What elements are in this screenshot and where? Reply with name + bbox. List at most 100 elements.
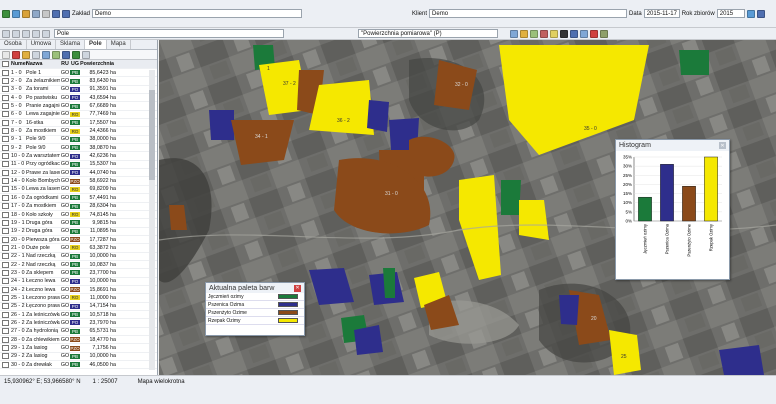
map-label-37-2[interactable]: 37 - 2 (283, 81, 296, 87)
histogram-bar[interactable] (660, 164, 674, 222)
row-checkbox[interactable] (2, 228, 9, 235)
histogram-bar[interactable] (682, 186, 696, 222)
table-row[interactable]: 9 - 2 Pole 9/0 GO PB 38,0870 ha (0, 144, 157, 153)
map-label-32-0[interactable]: 32 - 0 (455, 82, 468, 88)
row-checkbox[interactable] (2, 128, 9, 135)
row-checkbox[interactable] (2, 178, 9, 185)
header-nazwa[interactable]: Nazwa (26, 61, 60, 67)
row-checkbox[interactable] (2, 203, 9, 210)
table-row[interactable]: 26 - 1 Za leśniczówką GO PB 10,5718 ha (0, 311, 157, 320)
zoom-out-icon[interactable] (12, 29, 20, 38)
row-checkbox[interactable] (2, 103, 9, 110)
remove-icon[interactable] (12, 50, 20, 59)
palette-item[interactable]: Pszenica Ozima (206, 301, 304, 309)
row-checkbox[interactable] (2, 294, 9, 301)
zaklad-select[interactable]: Demo (92, 9, 303, 18)
row-checkbox[interactable] (2, 253, 9, 260)
row-checkbox[interactable] (2, 144, 9, 151)
row-checkbox[interactable] (2, 153, 9, 160)
row-checkbox[interactable] (2, 161, 9, 168)
row-checkbox[interactable] (2, 269, 9, 276)
row-checkbox[interactable] (2, 303, 9, 310)
map-label-25[interactable]: 25 (621, 354, 627, 360)
table-row[interactable]: 28 - 0 Za chlewikiem GO PZO 18,4770 ha (0, 336, 157, 345)
row-checkbox[interactable] (2, 328, 9, 335)
table-row[interactable]: 8 - 0 Za mostkiem GO RO 24,4366 ha (0, 127, 157, 136)
settings-icon[interactable] (600, 29, 608, 38)
table-row[interactable]: 18 - 0 Koło szkoły GO RO 74,8145 ha (0, 211, 157, 220)
table-row[interactable]: 29 - 2 Za lasiog GO PB 10,0000 ha (0, 353, 157, 362)
row-checkbox[interactable] (2, 111, 9, 118)
table-row[interactable]: 1 - 0 Pole 1 GO PB 85,6423 ha (0, 69, 157, 78)
table-row[interactable]: 29 - 1 Za lasiog GO PZO 7,1756 ha (0, 344, 157, 353)
add-field-icon[interactable] (72, 50, 80, 59)
table-row[interactable]: 2 - 0 Za żelaznikiem GO PB 83,6430 ha (0, 77, 157, 86)
header-ru[interactable]: RU (60, 61, 70, 67)
measure-icon[interactable] (530, 29, 538, 38)
new-icon[interactable] (2, 50, 10, 59)
map-label-35-0[interactable]: 35 - 0 (584, 126, 597, 132)
row-checkbox[interactable] (2, 244, 9, 251)
tab-pole[interactable]: Pole (85, 40, 107, 49)
table-row[interactable]: 5 - 0 Pranie zagajnie GO PB 67,6689 ha (0, 102, 157, 111)
header-numer[interactable]: Numer (11, 61, 28, 67)
table-row[interactable]: 10 - 0 Za warsztatem GO PO 42,6236 ha (0, 152, 157, 161)
table-row[interactable]: 16 - 0 Za ogródkami GO PB 57,4491 ha (0, 194, 157, 203)
table-row[interactable]: 3 - 0 Za torami GO PO 91,3591 ha (0, 86, 157, 95)
tab-umowa[interactable]: Umowa (27, 40, 57, 49)
header-powierzchnia[interactable]: Powierzchnia (80, 61, 114, 67)
histogram-titlebar[interactable]: Histogram ✕ (616, 140, 729, 151)
scroll-thumb[interactable] (149, 90, 155, 180)
header-ug[interactable]: UG (70, 61, 80, 67)
zoom-window-icon[interactable] (22, 29, 30, 38)
pan-icon[interactable] (32, 29, 40, 38)
filter-icon[interactable] (52, 50, 60, 59)
row-checkbox[interactable] (2, 136, 9, 143)
map-locate-icon[interactable] (62, 50, 70, 59)
row-checkbox[interactable] (2, 119, 9, 126)
copy-icon[interactable] (32, 50, 40, 59)
row-checkbox[interactable] (2, 186, 9, 193)
table-row[interactable]: 11 - 0 Przy ogródkach GO PB 15,5307 ha (0, 161, 157, 170)
map-label-34-1[interactable]: 34 - 1 (255, 134, 268, 140)
row-checkbox[interactable] (2, 361, 9, 368)
table-row[interactable]: 9 - 1 Pole 9/0 GO PB 38,0000 ha (0, 136, 157, 145)
palette-item[interactable]: Jęczmień ozimy (206, 293, 304, 301)
table-row[interactable]: 27 - 0 Za hydrolonią GO PB 65,5731 ha (0, 328, 157, 336)
table-row[interactable]: 23 - 0 Za sklepem GO PB 23,7700 ha (0, 269, 157, 278)
select-all-checkbox[interactable] (2, 61, 9, 67)
export-icon[interactable] (746, 9, 755, 18)
table-row[interactable]: 25 - 1 Łeczono prawa GO RO 11,0000 ha (0, 294, 157, 303)
tab-sklama[interactable]: Sklama (56, 40, 86, 49)
window-icon[interactable] (52, 9, 60, 18)
select-icon[interactable] (510, 29, 518, 38)
save-icon[interactable] (62, 9, 70, 18)
row-checkbox[interactable] (2, 261, 9, 268)
row-checkbox[interactable] (2, 311, 9, 318)
row-checkbox[interactable] (2, 353, 9, 360)
person-icon[interactable] (22, 9, 30, 18)
table-row[interactable]: 22 - 1 Nad rzeczką GO PB 10,0000 ha (0, 253, 157, 261)
row-checkbox[interactable] (2, 286, 9, 293)
date-field[interactable]: 2015-11-17 (643, 9, 680, 18)
histogram-icon[interactable] (580, 29, 588, 38)
tractor-icon[interactable] (12, 9, 20, 18)
palette-item[interactable]: Pszenżyto Ozime (206, 309, 304, 317)
histogram-bar[interactable] (704, 156, 718, 222)
table-row[interactable]: 24 - 1 Łeczno lewa GO PO 10,0000 ha (0, 278, 157, 286)
close-icon[interactable]: ✕ (294, 284, 301, 292)
table-row[interactable]: 15 - 0 Lewa za lasem GO RO 69,8209 ha (0, 186, 157, 195)
row-checkbox[interactable] (2, 69, 9, 76)
row-checkbox[interactable] (2, 236, 9, 243)
klient-select[interactable]: Demo (429, 9, 628, 18)
table-row[interactable]: 14 - 0 Koło Bombych GO PZO 58,6922 ha (0, 177, 157, 186)
row-checkbox[interactable] (2, 86, 9, 93)
table-row[interactable]: 22 - 2 Nad rzeczką GO PB 10,0837 ha (0, 261, 157, 270)
palette-item[interactable]: Rzepak Ozimy (206, 317, 304, 325)
table-row[interactable]: 12 - 0 Prawe za lasem GO PO 44,0740 ha (0, 169, 157, 178)
table-row[interactable]: 6 - 0 Lewa zagajnie GO RO 77,7469 ha (0, 111, 157, 120)
row-checkbox[interactable] (2, 319, 9, 326)
import-icon[interactable] (82, 50, 90, 59)
farm-icon[interactable] (2, 9, 10, 18)
object-search-field[interactable]: Pole (54, 29, 284, 38)
